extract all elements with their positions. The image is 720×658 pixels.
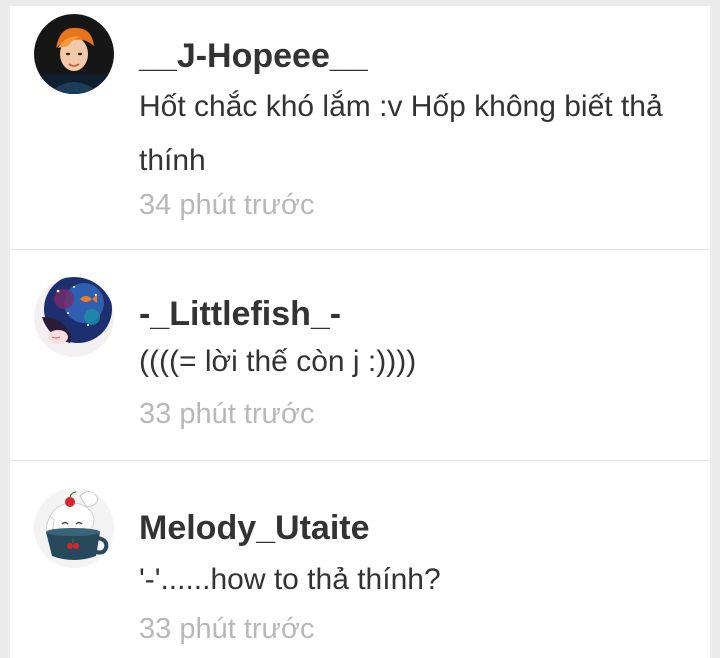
- comment-timestamp: 33 phút trước: [139, 613, 315, 645]
- comment-text: ((((= lời thế còn j :)))): [139, 345, 417, 378]
- avatar-galaxy-fish-girl-icon: [34, 277, 114, 357]
- avatar[interactable]: [34, 488, 114, 568]
- comment-item: Melody_Utaite '-'......how to thả thính?…: [10, 461, 710, 658]
- comment-item: -_Littlefish_- ((((= lời thế còn j :))))…: [10, 250, 710, 460]
- comment-text: '-'......how to thả thính?: [139, 563, 441, 596]
- avatar[interactable]: [34, 14, 114, 94]
- comment-username[interactable]: Melody_Utaite: [139, 508, 370, 548]
- avatar-orange-hair-person-icon: [34, 14, 114, 94]
- comment-list: __J-Hopeee__ Hốt chắc khó lắm :v Hốp khô…: [10, 6, 710, 658]
- comment-username[interactable]: __J-Hopeee__: [139, 36, 368, 76]
- avatar-chibi-teacup-icon: [34, 488, 114, 568]
- avatar[interactable]: [34, 277, 114, 357]
- comment-timestamp: 33 phút trước: [139, 398, 315, 430]
- comment-timestamp: 34 phút trước: [139, 189, 315, 221]
- comment-item: __J-Hopeee__ Hốt chắc khó lắm :v Hốp khô…: [10, 6, 710, 249]
- comment-username[interactable]: -_Littlefish_-: [139, 294, 341, 334]
- comment-text: Hốt chắc khó lắm :v Hốp không biết thả t…: [139, 90, 663, 177]
